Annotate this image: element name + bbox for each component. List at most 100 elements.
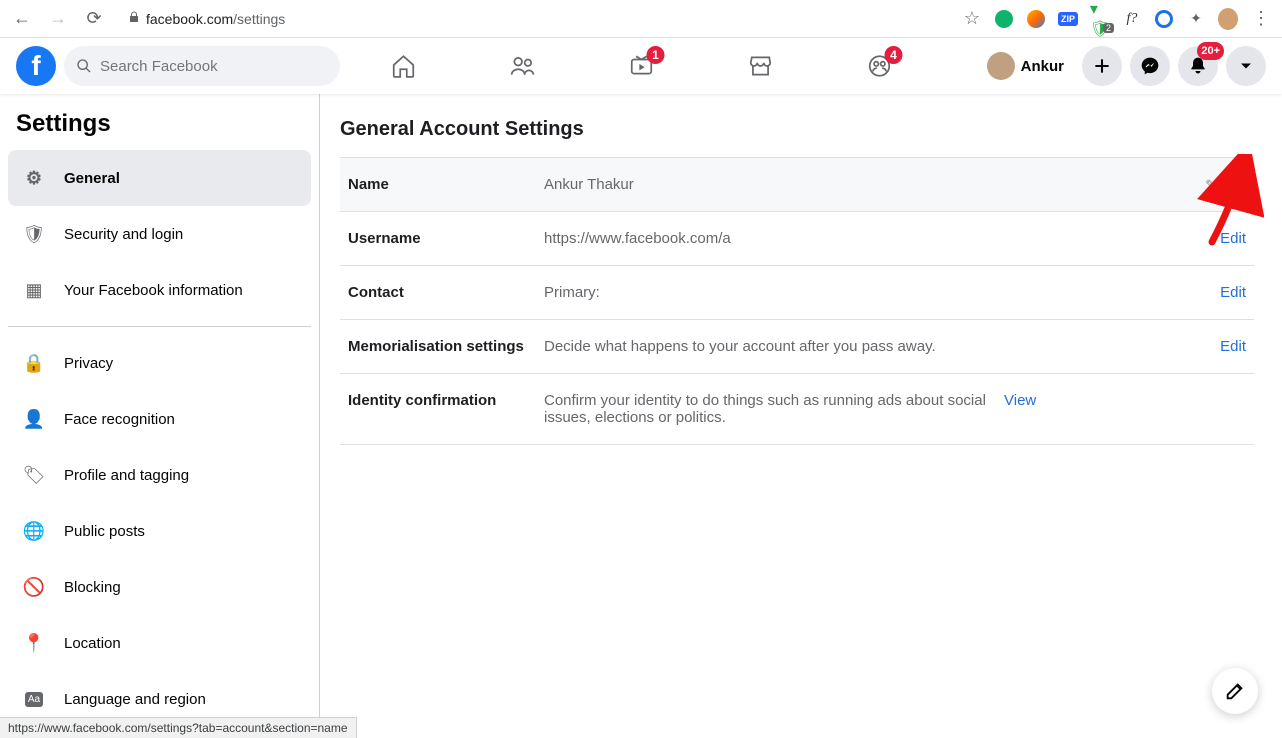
plus-icon bbox=[1092, 56, 1112, 76]
ext-shield-icon[interactable]: ▾🛡2 bbox=[1090, 9, 1110, 29]
edit-username-link[interactable]: Edit bbox=[1220, 230, 1246, 247]
lock-icon bbox=[128, 11, 140, 26]
search-input[interactable] bbox=[100, 58, 328, 75]
nav-watch[interactable]: 1 bbox=[586, 42, 697, 90]
search-icon bbox=[76, 58, 92, 74]
browser-menu-icon[interactable]: ⋮ bbox=[1250, 9, 1270, 29]
center-nav: 1 4 bbox=[348, 38, 935, 94]
ext-blue-circle-icon[interactable] bbox=[1154, 9, 1174, 29]
main: Settings ⚙ General 🛡 Security and login … bbox=[0, 94, 1282, 738]
watch-badge: 1 bbox=[647, 46, 665, 64]
sidebar-item-public[interactable]: 🌐 Public posts bbox=[8, 503, 311, 559]
url-path: /settings bbox=[233, 11, 285, 27]
right-nav: Ankur 20+ bbox=[983, 46, 1266, 86]
url-domain: facebook.com bbox=[146, 11, 233, 27]
settings-table: Name Ankur Thakur ✎ Edit Username https:… bbox=[340, 157, 1254, 445]
back-button[interactable]: ← bbox=[8, 5, 36, 33]
nav-marketplace[interactable] bbox=[705, 42, 816, 90]
status-bar: https://www.facebook.com/settings?tab=ac… bbox=[0, 717, 357, 738]
sidebar-item-label: Location bbox=[64, 635, 121, 652]
sidebar-item-blocking[interactable]: 🚫 Blocking bbox=[8, 559, 311, 615]
facebook-logo[interactable]: f bbox=[16, 46, 56, 86]
reload-button[interactable]: ⟳ bbox=[80, 5, 108, 33]
extensions-puzzle-icon[interactable]: ✦ bbox=[1186, 9, 1206, 29]
edit-memorial-link[interactable]: Edit bbox=[1220, 338, 1246, 355]
sidebar-item-privacy[interactable]: 🔒 Privacy bbox=[8, 335, 311, 391]
edit-contact-link[interactable]: Edit bbox=[1220, 284, 1246, 301]
sidebar-item-security[interactable]: 🛡 Security and login bbox=[8, 206, 311, 262]
row-username: Username https://www.facebook.com/a Edit bbox=[340, 212, 1254, 266]
row-label: Username bbox=[348, 230, 544, 247]
row-value: Ankur Thakur bbox=[544, 176, 1205, 193]
nav-friends[interactable] bbox=[467, 42, 578, 90]
row-name: Name Ankur Thakur ✎ Edit bbox=[340, 158, 1254, 212]
sidebar-item-general[interactable]: ⚙ General bbox=[8, 150, 311, 206]
sidebar-item-tagging[interactable]: 🏷 Profile and tagging bbox=[8, 447, 311, 503]
sidebar-item-label: Language and region bbox=[64, 691, 206, 708]
create-button[interactable] bbox=[1082, 46, 1122, 86]
view-identity-link[interactable]: View bbox=[1004, 392, 1036, 409]
sidebar-item-location[interactable]: 📍 Location bbox=[8, 615, 311, 671]
lock-icon: 🔒 bbox=[16, 345, 52, 381]
row-contact: Contact Primary: Edit bbox=[340, 266, 1254, 320]
nav-home[interactable] bbox=[348, 42, 459, 90]
row-value: Decide what happens to your account afte… bbox=[544, 338, 1220, 355]
address-bar[interactable]: facebook.com/settings bbox=[116, 7, 954, 31]
tag-icon: 🏷 bbox=[16, 457, 52, 493]
edit-name-link[interactable]: ✎ Edit bbox=[1205, 176, 1246, 193]
bookmark-star-icon[interactable]: ☆ bbox=[962, 9, 982, 29]
row-label: Contact bbox=[348, 284, 544, 301]
ext-swirl-icon[interactable] bbox=[1026, 9, 1046, 29]
row-label: Identity confirmation bbox=[348, 392, 544, 409]
sidebar-item-face[interactable]: 👤 Face recognition bbox=[8, 391, 311, 447]
notifications-button[interactable]: 20+ bbox=[1178, 46, 1218, 86]
sidebar-item-your-info[interactable]: ▦ Your Facebook information bbox=[8, 262, 311, 318]
row-label: Name bbox=[348, 176, 544, 193]
row-memorial: Memorialisation settings Decide what hap… bbox=[340, 320, 1254, 374]
facebook-header: f 1 4 Ankur bbox=[0, 38, 1282, 94]
account-menu-button[interactable] bbox=[1226, 46, 1266, 86]
friends-icon bbox=[509, 53, 535, 79]
notifications-badge: 20+ bbox=[1197, 42, 1224, 60]
compose-icon bbox=[1224, 680, 1246, 702]
location-icon: 📍 bbox=[16, 625, 52, 661]
avatar bbox=[987, 52, 1015, 80]
row-identity: Identity confirmation Confirm your ident… bbox=[340, 374, 1254, 445]
ext-zip-icon[interactable]: ZIP bbox=[1058, 9, 1078, 29]
sidebar-item-label: Privacy bbox=[64, 355, 113, 372]
messenger-icon bbox=[1140, 56, 1160, 76]
groups-badge: 4 bbox=[885, 46, 903, 64]
profile-link[interactable]: Ankur bbox=[983, 48, 1074, 84]
sidebar-item-label: Security and login bbox=[64, 226, 183, 243]
row-value: Confirm your identity to do things such … bbox=[544, 392, 1004, 426]
sidebar-item-label: Blocking bbox=[64, 579, 121, 596]
compose-button[interactable] bbox=[1212, 668, 1258, 714]
sidebar-item-label: Your Facebook information bbox=[64, 282, 243, 299]
chevron-down-icon bbox=[1236, 56, 1256, 76]
forward-button[interactable]: → bbox=[44, 5, 72, 33]
sidebar-title: Settings bbox=[8, 110, 311, 150]
grid-icon: ▦ bbox=[16, 272, 52, 308]
ext-f-icon[interactable]: f? bbox=[1122, 9, 1142, 29]
globe-icon: 🌐 bbox=[16, 513, 52, 549]
search-box[interactable] bbox=[64, 46, 340, 86]
block-icon: 🚫 bbox=[16, 569, 52, 605]
language-icon: Aa bbox=[16, 681, 52, 717]
gear-icon: ⚙ bbox=[16, 160, 52, 196]
face-icon: 👤 bbox=[16, 401, 52, 437]
ext-grammarly-icon[interactable] bbox=[994, 9, 1014, 29]
sidebar-separator bbox=[8, 326, 311, 327]
sidebar-item-label: Face recognition bbox=[64, 411, 175, 428]
messenger-button[interactable] bbox=[1130, 46, 1170, 86]
pencil-icon: ✎ bbox=[1205, 177, 1216, 193]
nav-groups[interactable]: 4 bbox=[824, 42, 935, 90]
row-value: Primary: bbox=[544, 284, 1220, 301]
home-icon bbox=[390, 53, 416, 79]
sidebar-item-label: Profile and tagging bbox=[64, 467, 189, 484]
sidebar-item-label: Public posts bbox=[64, 523, 145, 540]
shield-icon: 🛡 bbox=[16, 216, 52, 252]
browser-toolbar: ← → ⟳ facebook.com/settings ☆ ZIP ▾🛡2 f?… bbox=[0, 0, 1282, 38]
sidebar: Settings ⚙ General 🛡 Security and login … bbox=[0, 94, 320, 738]
profile-avatar-icon[interactable] bbox=[1218, 9, 1238, 29]
row-label: Memorialisation settings bbox=[348, 338, 544, 355]
